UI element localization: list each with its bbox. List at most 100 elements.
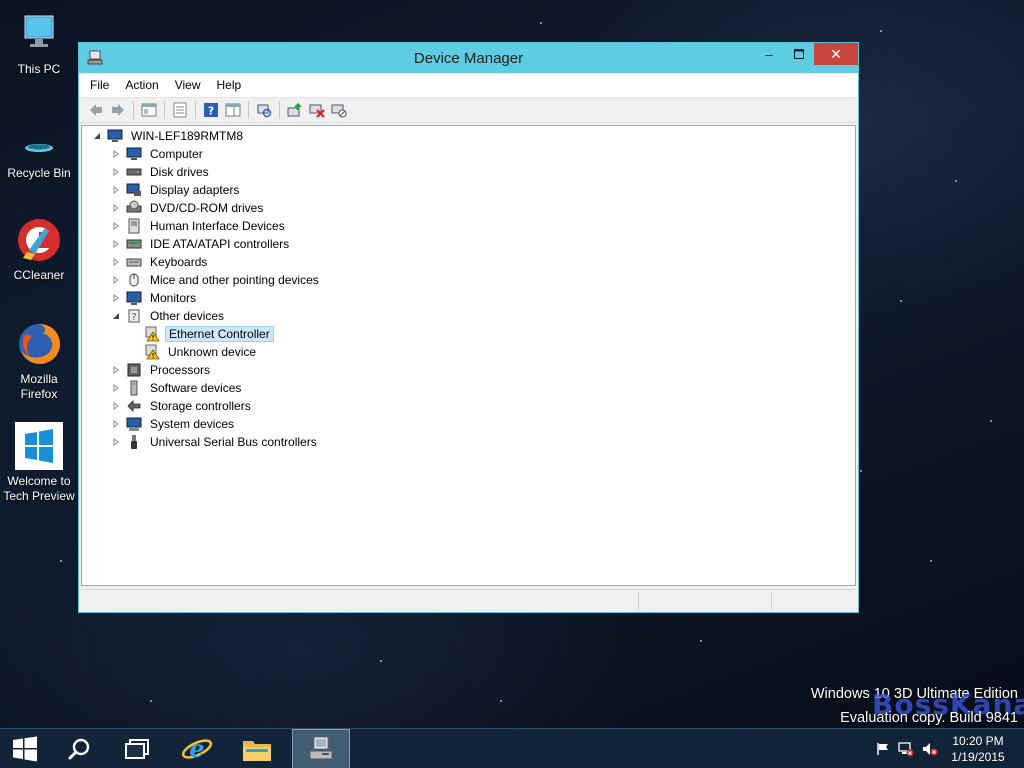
tree-category-display-adapters[interactable]: Display adapters	[111, 181, 242, 199]
tree-category-universal-serial-bus-controllers[interactable]: Universal Serial Bus controllers	[111, 433, 320, 451]
uninstall-device-button[interactable]	[306, 99, 328, 121]
expand-arrow-icon[interactable]	[111, 293, 121, 303]
device-manager-window: Device Manager – ✕ File Action View Help	[78, 42, 859, 613]
expand-arrow-icon[interactable]	[111, 221, 121, 231]
back-button[interactable]	[85, 99, 107, 121]
expand-arrow-icon[interactable]	[111, 383, 121, 393]
update-driver-icon	[287, 103, 302, 117]
tree-root-computer[interactable]: WIN-LEF189RMTM8	[92, 127, 246, 145]
expand-arrow-icon[interactable]	[111, 419, 121, 429]
tree-category-monitors[interactable]: Monitors	[111, 289, 199, 307]
taskbar-internet-explorer[interactable]: e	[168, 729, 226, 768]
uninstall-device-icon	[309, 104, 325, 118]
minimize-button[interactable]: –	[754, 43, 784, 65]
expand-arrow-icon[interactable]	[111, 257, 121, 267]
close-icon: ✕	[830, 45, 842, 62]
tree-category-disk-drives[interactable]: Disk drives	[111, 163, 212, 181]
maximize-button[interactable]	[784, 43, 814, 65]
warning-device-icon	[144, 326, 160, 342]
start-button[interactable]	[0, 729, 50, 768]
console-tree-icon	[141, 103, 157, 117]
tree-category-software-devices[interactable]: Software devices	[111, 379, 244, 397]
toolbar-separator	[195, 101, 196, 119]
title-bar[interactable]: Device Manager – ✕	[79, 43, 858, 73]
forward-button[interactable]	[107, 99, 129, 121]
desktop-icon-firefox[interactable]: Mozilla Firefox	[0, 320, 78, 402]
collapse-arrow-icon[interactable]	[92, 131, 102, 141]
clock[interactable]: 10:20 PM 1/19/2015	[946, 733, 1010, 765]
update-driver-button[interactable]	[284, 99, 306, 121]
search-icon	[68, 738, 90, 760]
scan-hardware-changes-button[interactable]	[253, 99, 275, 121]
expand-arrow-icon[interactable]	[111, 203, 121, 213]
menu-bar: File Action View Help	[79, 73, 858, 97]
menu-file[interactable]: File	[82, 75, 117, 95]
collapse-arrow-icon[interactable]	[111, 311, 121, 321]
tree-item-label: Monitors	[150, 291, 197, 305]
show-hide-console-tree-button[interactable]	[138, 99, 160, 121]
expand-arrow-icon[interactable]	[111, 167, 121, 177]
tree-item-label: Computer	[150, 147, 203, 161]
task-view-button[interactable]	[108, 729, 166, 768]
menu-help[interactable]: Help	[209, 75, 250, 95]
tree-category-dvd-cd-rom-drives[interactable]: DVD/CD-ROM drives	[111, 199, 266, 217]
toolbar-separator	[248, 101, 249, 119]
expand-arrow-icon[interactable]	[111, 437, 121, 447]
tree-category-other-devices[interactable]: ? Other devices	[111, 307, 227, 325]
expand-arrow-icon[interactable]	[111, 401, 121, 411]
expand-arrow-icon[interactable]	[111, 365, 121, 375]
ide-controller-icon	[126, 236, 142, 252]
desktop-icon-welcome[interactable]: Welcome to Tech Preview	[0, 422, 78, 504]
clock-date: 1/19/2015	[951, 750, 1005, 764]
taskbar-file-explorer[interactable]	[228, 729, 286, 768]
tree-category-mice-and-other-pointing-devices[interactable]: Mice and other pointing devices	[111, 271, 322, 289]
menu-view[interactable]: View	[167, 75, 209, 95]
tree-category-processors[interactable]: Processors	[111, 361, 213, 379]
tree-item-label: Software devices	[150, 381, 242, 395]
tree-item-label: Universal Serial Bus controllers	[150, 435, 317, 449]
expand-arrow-icon[interactable]	[111, 275, 121, 285]
this-pc-icon	[15, 10, 63, 58]
toolbar: ?	[79, 97, 858, 123]
taskbar-device-manager[interactable]	[292, 729, 350, 768]
hid-icon	[126, 218, 142, 234]
tree-category-ide-ata-atapi-controllers[interactable]: IDE ATA/ATAPI controllers	[111, 235, 292, 253]
tree-category-computer[interactable]: Computer	[111, 145, 206, 163]
close-button[interactable]: ✕	[814, 43, 858, 65]
help-icon: ?	[204, 103, 218, 118]
tree-item-label: Ethernet Controller	[165, 326, 274, 342]
tree-category-keyboards[interactable]: Keyboards	[111, 253, 210, 271]
tree-item-label: Mice and other pointing devices	[150, 273, 319, 287]
tree-device-unknown-device[interactable]: Unknown device	[144, 343, 259, 361]
volume-muted-icon[interactable]	[918, 741, 942, 757]
windows-start-icon	[13, 736, 37, 762]
tree-category-storage-controllers[interactable]: Storage controllers	[111, 397, 254, 415]
help-button[interactable]: ?	[200, 99, 222, 121]
tree-item-label: Keyboards	[150, 255, 208, 269]
disable-device-button[interactable]	[328, 99, 350, 121]
search-button[interactable]	[50, 729, 108, 768]
expand-arrow-icon[interactable]	[111, 239, 121, 249]
tree-device-ethernet-controller[interactable]: Ethernet Controller	[144, 325, 274, 343]
expand-arrow-icon[interactable]	[111, 185, 121, 195]
disk-drive-icon	[126, 164, 142, 180]
properties-button[interactable]	[169, 99, 191, 121]
expand-arrow-icon[interactable]	[111, 149, 121, 159]
desktop-icon-ccleaner[interactable]: CCleaner	[0, 216, 78, 283]
action-pane-icon	[225, 103, 241, 117]
network-disconnected-icon[interactable]	[894, 741, 918, 757]
computer-icon	[107, 128, 123, 144]
recycle-bin-label: Recycle Bin	[7, 166, 71, 180]
desktop-icon-recycle-bin[interactable]: Recycle Bin	[0, 114, 78, 181]
action-center-flag-icon[interactable]	[872, 742, 894, 756]
tree-category-system-devices[interactable]: System devices	[111, 415, 237, 433]
display-adapter-icon	[126, 182, 142, 198]
taskbar: e 10:20 PM 1/19/2015	[0, 728, 1024, 768]
desktop-icon-this-pc[interactable]: This PC	[0, 10, 78, 77]
menu-action[interactable]: Action	[117, 75, 166, 95]
tree-category-human-interface-devices[interactable]: Human Interface Devices	[111, 217, 288, 235]
task-view-icon	[125, 739, 149, 759]
action-pane-button[interactable]	[222, 99, 244, 121]
system-device-icon	[126, 416, 142, 432]
device-tree[interactable]: WIN-LEF189RMTM8 Computer Disk drives Displa…	[81, 125, 856, 586]
